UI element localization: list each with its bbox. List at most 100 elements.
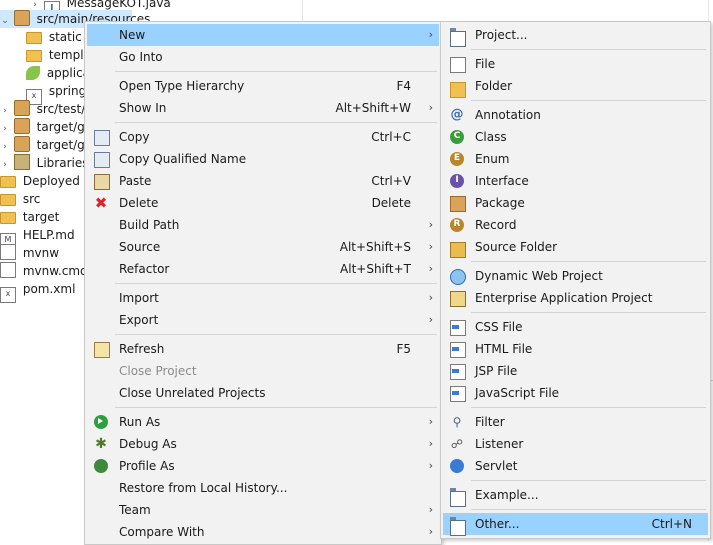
tree-item-libraries[interactable]: › Libraries <box>0 154 88 172</box>
menu-item-compare-with[interactable]: Compare With › <box>87 521 439 543</box>
servlet-icon <box>450 459 464 473</box>
submenu-item-file[interactable]: File <box>443 53 708 75</box>
refresh-icon <box>94 342 110 358</box>
menu-item-shortcut: Delete <box>371 196 411 210</box>
collapse-twisty-icon[interactable]: ⌄ <box>0 12 10 30</box>
menu-item-label: Paste <box>119 174 152 188</box>
submenu-item-enterprise-application-project[interactable]: Enterprise Application Project <box>443 287 708 309</box>
menu-item-copy[interactable]: Copy Ctrl+C <box>87 126 439 148</box>
menu-item-shortcut: Ctrl+V <box>371 174 411 188</box>
menu-item-debug-as[interactable]: ✱ Debug As › <box>87 433 439 455</box>
menu-item-shortcut: Alt+Shift+W <box>335 101 412 115</box>
tree-item-mvnw[interactable]: mvnw <box>0 244 59 262</box>
menu-item-label: Run As <box>119 415 161 429</box>
menu-item-label: Source Folder <box>475 240 558 254</box>
menu-item-label: Go Into <box>119 50 163 64</box>
submenu-item-interface[interactable]: I Interface <box>443 170 708 192</box>
source-folder-icon <box>13 136 30 152</box>
menu-item-build-path[interactable]: Build Path › <box>87 214 439 236</box>
menu-item-close-unrelated-projects[interactable]: Close Unrelated Projects <box>87 382 439 404</box>
menu-separator <box>115 122 437 123</box>
menu-item-label: Open Type Hierarchy <box>119 79 245 93</box>
tree-item-label: static <box>48 30 82 44</box>
tree-item-mvnw-cmd[interactable]: mvnw.cmd <box>0 262 88 280</box>
menu-item-shortcut: Ctrl+N <box>651 517 692 531</box>
submenu-arrow-icon: › <box>428 240 433 253</box>
menu-item-paste[interactable]: Paste Ctrl+V <box>87 170 439 192</box>
menu-item-label: Enterprise Application Project <box>475 291 653 305</box>
submenu-item-enum[interactable]: E Enum <box>443 148 708 170</box>
submenu-item-record[interactable]: R Record <box>443 214 708 236</box>
folder-icon <box>26 32 42 44</box>
submenu-arrow-icon: › <box>428 525 433 538</box>
menu-item-source[interactable]: Source Alt+Shift+S › <box>87 236 439 258</box>
tree-item-help-md[interactable]: M HELP.md <box>0 226 75 249</box>
submenu-item-jsp-file[interactable]: JSP File <box>443 360 708 382</box>
tree-item-static[interactable]: static <box>26 28 82 46</box>
menu-item-go-into[interactable]: Go Into <box>87 46 439 68</box>
submenu-item-javascript-file[interactable]: JavaScript File <box>443 382 708 404</box>
menu-item-label: Enum <box>475 152 510 166</box>
menu-item-show-in[interactable]: Show In Alt+Shift+W › <box>87 97 439 119</box>
menu-separator <box>115 334 437 335</box>
submenu-item-filter[interactable]: ⚲ Filter <box>443 411 708 433</box>
library-icon <box>13 154 30 170</box>
tree-item-application[interactable]: applica <box>26 64 90 82</box>
submenu-arrow-icon: › <box>428 415 433 428</box>
new-folder-icon <box>450 82 466 98</box>
menu-item-label: New <box>119 28 146 42</box>
menu-item-label: HTML File <box>475 342 533 356</box>
menu-separator <box>115 283 437 284</box>
submenu-item-source-folder[interactable]: Source Folder <box>443 236 708 258</box>
submenu-item-folder[interactable]: Folder <box>443 75 708 98</box>
source-folder-icon <box>13 118 30 134</box>
submenu-item-example[interactable]: Example... <box>443 484 708 507</box>
menu-item-restore-from-local-history[interactable]: Restore from Local History... <box>87 477 439 499</box>
menu-item-team[interactable]: Team › <box>87 499 439 521</box>
deployed-resources-icon <box>0 176 16 188</box>
package-icon <box>450 196 466 212</box>
submenu-item-project[interactable]: Project... <box>443 24 708 47</box>
menu-item-label: Show In <box>119 101 167 115</box>
submenu-item-listener[interactable]: ☍ Listener <box>443 433 708 455</box>
submenu-item-package[interactable]: Package <box>443 192 708 214</box>
submenu-item-css-file[interactable]: CSS File <box>443 316 708 338</box>
menu-item-shortcut: Alt+Shift+S <box>339 240 411 254</box>
submenu-item-annotation[interactable]: @ Annotation <box>443 104 708 126</box>
menu-item-refresh[interactable]: Refresh F5 <box>87 338 439 360</box>
menu-item-label: Other... <box>475 517 520 531</box>
menu-item-refactor[interactable]: Refactor Alt+Shift+T › <box>87 258 439 280</box>
menu-item-label: Package <box>475 196 525 210</box>
tree-item-src[interactable]: src <box>0 190 40 208</box>
menu-item-label: CSS File <box>475 320 523 334</box>
menu-item-label: Refresh <box>119 342 165 356</box>
menu-item-label: Listener <box>475 437 524 451</box>
submenu-arrow-icon: › <box>428 28 433 41</box>
menu-item-run-as[interactable]: Run As › <box>87 411 439 433</box>
menu-item-shortcut: F5 <box>396 342 411 356</box>
menu-item-delete[interactable]: ✖ Delete Delete <box>87 192 439 214</box>
enterprise-project-icon <box>450 291 466 307</box>
menu-item-profile-as[interactable]: Profile As › <box>87 455 439 477</box>
tree-item-target[interactable]: target <box>0 208 59 226</box>
submenu-item-other[interactable]: Other... Ctrl+N <box>443 513 708 536</box>
menu-item-label: Close Unrelated Projects <box>119 386 266 400</box>
menu-item-shortcut: F4 <box>396 79 411 93</box>
menu-item-export[interactable]: Export › <box>87 309 439 331</box>
submenu-arrow-icon: › <box>428 503 433 516</box>
menu-separator <box>471 480 706 481</box>
debug-icon: ✱ <box>95 436 107 452</box>
menu-item-shortcut: Ctrl+C <box>371 130 411 144</box>
submenu-item-dynamic-web-project[interactable]: Dynamic Web Project <box>443 265 708 287</box>
menu-item-open-type-hierarchy[interactable]: Open Type Hierarchy F4 <box>87 75 439 97</box>
menu-item-copy-qualified-name[interactable]: Copy Qualified Name <box>87 148 439 170</box>
submenu-item-html-file[interactable]: HTML File <box>443 338 708 360</box>
copy-icon <box>94 130 110 146</box>
submenu-item-servlet[interactable]: Servlet <box>443 455 708 477</box>
file-icon <box>0 244 16 260</box>
javascript-file-icon <box>450 386 466 402</box>
menu-item-import[interactable]: Import › <box>87 287 439 309</box>
tree-item-pom-xml[interactable]: x pom.xml <box>0 280 75 303</box>
submenu-item-class[interactable]: C Class <box>443 126 708 148</box>
menu-item-new[interactable]: New › <box>87 24 439 46</box>
